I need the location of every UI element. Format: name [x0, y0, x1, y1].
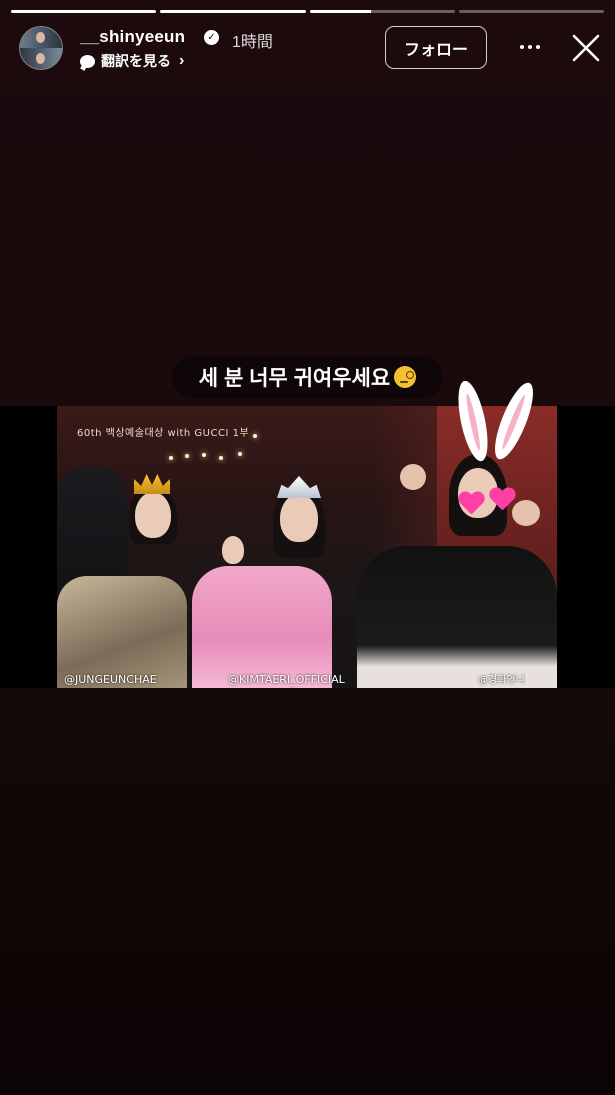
crown-sticker-icon [134, 474, 170, 494]
pink-dress [192, 566, 332, 688]
face [280, 494, 318, 542]
mention-tag[interactable]: @경화언니 [478, 671, 525, 686]
stage-light [253, 434, 257, 438]
close-button[interactable] [571, 33, 601, 63]
broadcast-logo: 60th 백상예술대상 with GUCCI 1부 [77, 428, 250, 439]
stage-light [219, 456, 223, 460]
more-options-button[interactable] [515, 36, 545, 58]
progress-segment [160, 10, 306, 13]
progress-fill [160, 10, 306, 13]
story-progress-bar [11, 10, 604, 13]
progress-fill [309, 10, 371, 13]
progress-segment [458, 10, 604, 13]
mention-tag[interactable]: @KIMTAERI_OFFICIAL [228, 673, 345, 686]
stage-light [185, 454, 189, 458]
avatar[interactable] [19, 26, 63, 70]
stage-light [202, 453, 206, 457]
verified-badge-icon: ✓ [204, 30, 219, 45]
stage-light [238, 452, 242, 456]
post-time: 1時間 [232, 34, 273, 51]
username[interactable]: __shinyeeun [80, 27, 185, 47]
stage-light [169, 456, 173, 460]
avatar-face [36, 32, 45, 43]
hand [400, 464, 426, 490]
dot-icon [520, 45, 524, 49]
guest-face [222, 536, 244, 564]
black-dress [357, 546, 557, 688]
gold-dress [57, 576, 187, 688]
face [135, 492, 171, 538]
heart-sticker-icon [489, 488, 515, 512]
dot-icon [536, 45, 540, 49]
monocle-face-icon [394, 366, 417, 388]
caption-text: 세 분 너무 귀여우세요 [198, 367, 391, 390]
translate-link[interactable]: 翻訳を見る › [80, 51, 184, 71]
chevron-right-icon: › [179, 52, 185, 69]
speech-bubble-icon [80, 54, 95, 68]
follow-button[interactable]: フォロー [385, 26, 487, 69]
heart-sticker-icon [458, 492, 484, 516]
translate-label: 翻訳を見る [101, 53, 171, 69]
close-icon [572, 34, 600, 62]
progress-segment [309, 10, 455, 13]
story-caption: 세 분 너무 귀여우세요 [172, 356, 443, 398]
avatar-face [36, 53, 45, 64]
progress-segment [11, 10, 157, 13]
tiara-sticker-icon [277, 476, 321, 498]
bunny-ear-inner [464, 392, 483, 451]
story-media[interactable]: 60th 백상예술대상 with GUCCI 1부 @JUNGEUNCHAE @… [0, 378, 615, 688]
mention-tag[interactable]: @JUNGEUNCHAE [64, 673, 157, 686]
hand [512, 500, 540, 526]
dot-icon [528, 45, 532, 49]
progress-fill [11, 10, 157, 13]
